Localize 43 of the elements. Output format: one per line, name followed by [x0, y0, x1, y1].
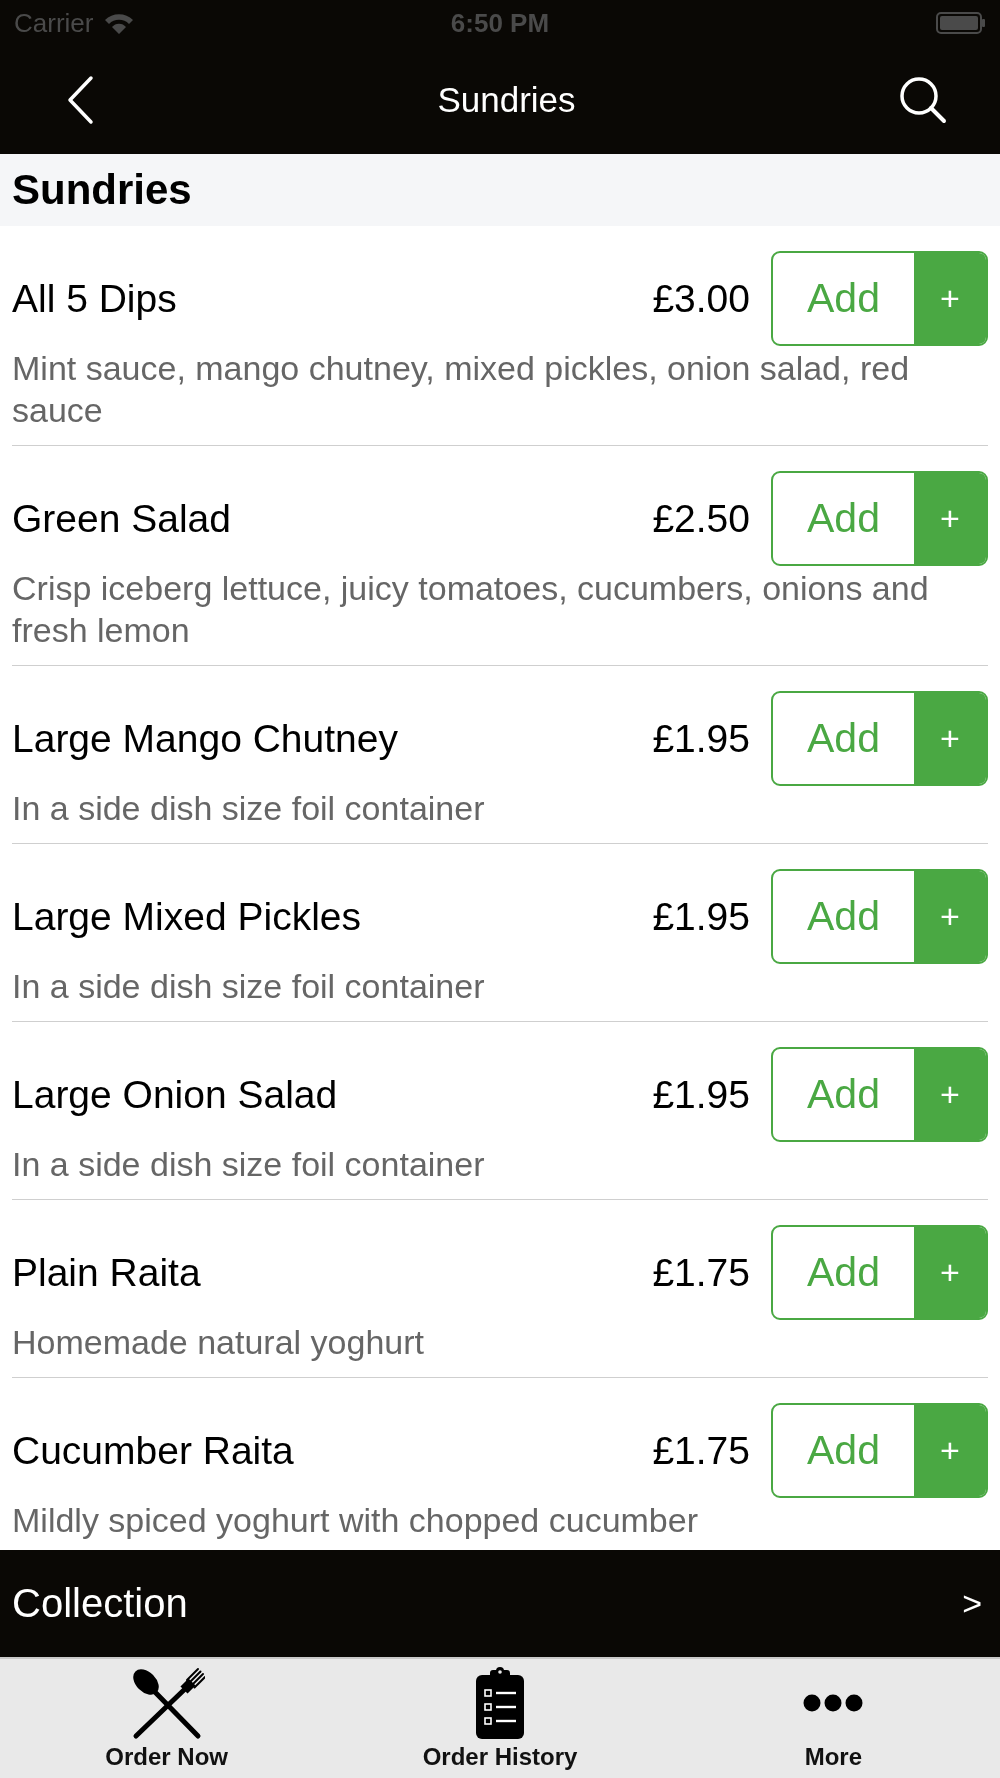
tab-item[interactable]: More: [666, 1659, 1000, 1778]
item-price: £1.95: [652, 893, 750, 940]
item-price: £1.75: [652, 1249, 750, 1296]
item-description: In a side dish size foil container: [12, 788, 486, 829]
order-type-bar[interactable]: Collection >: [0, 1550, 1000, 1657]
item-description: Mildly spiced yoghurt with chopped cucumber: [12, 1500, 699, 1541]
add-button[interactable]: Add +: [771, 471, 988, 566]
item-price: £2.50: [652, 495, 750, 542]
add-button[interactable]: Add +: [771, 1225, 988, 1320]
item-price: £3.00: [652, 275, 750, 322]
item-name: Cucumber Raita: [12, 1427, 295, 1474]
search-icon: [899, 75, 947, 124]
battery-icon: [936, 11, 986, 34]
add-button[interactable]: Add +: [771, 1047, 988, 1142]
item-price: £1.95: [652, 1071, 750, 1118]
item-name: All 5 Dips: [12, 275, 178, 322]
item-description: Mint sauce, mango chutney, mixed pickles, onion salad, red sauce: [12, 348, 911, 431]
add-button[interactable]: Add +: [771, 869, 988, 964]
item-price: £1.95: [652, 715, 750, 762]
nav-title: Sundries: [437, 78, 576, 121]
item-description: Homemade natural yoghurt: [12, 1322, 425, 1363]
item-name: Large Mango Chutney: [12, 715, 399, 762]
add-button[interactable]: Add +: [771, 251, 988, 346]
item-description: In a side dish size foil container: [12, 1144, 486, 1185]
clipboard-checklist-icon: [476, 1667, 524, 1739]
more-dots-icon: [803, 1694, 864, 1712]
status-time: 6:50 PM: [450, 7, 550, 38]
tab-item[interactable]: Order Now: [0, 1659, 334, 1778]
add-button[interactable]: Add +: [771, 691, 988, 786]
carrier-label: Carrier: [14, 7, 94, 38]
item-name: Large Onion Salad: [12, 1071, 339, 1118]
item-price: £1.75: [652, 1427, 750, 1474]
item-name: Large Mixed Pickles: [12, 893, 362, 940]
item-name: Plain Raita: [12, 1249, 202, 1296]
search-button[interactable]: [899, 75, 947, 124]
add-button[interactable]: Add +: [771, 1403, 988, 1498]
item-description: Crisp iceberg lettuce, juicy tomatoes, cucumbers, onions and fresh lemon: [12, 568, 930, 651]
back-button[interactable]: [66, 74, 94, 125]
tab-item[interactable]: Order History: [333, 1659, 667, 1778]
item-name: Green Salad: [12, 495, 232, 542]
back-chevron-icon: [66, 74, 94, 125]
section-title: Sundries: [12, 165, 192, 215]
item-description: In a side dish size foil container: [12, 966, 486, 1007]
